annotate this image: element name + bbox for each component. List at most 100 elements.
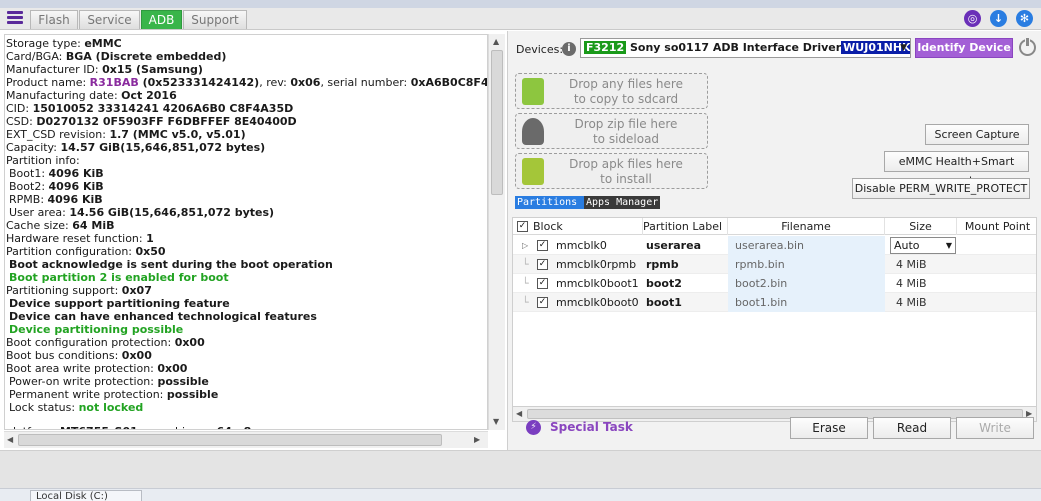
row-filename[interactable]: boot2.bin: [728, 274, 885, 293]
log-line: EXT_CSD revision: 1.7 (MMC v5.0, v5.01): [6, 128, 246, 141]
select-all-checkbox[interactable]: ✓: [517, 221, 528, 232]
scroll-down-icon[interactable]: ▼: [493, 417, 499, 426]
drop-zip-line1: Drop zip file here: [574, 117, 678, 131]
log-line: Power-on write protection: possible: [6, 375, 209, 388]
power-icon[interactable]: [1019, 37, 1036, 56]
log-key: CID:: [6, 102, 33, 115]
column-mount-point[interactable]: Mount Point: [957, 218, 1036, 235]
identify-device-button[interactable]: Identify Device: [915, 38, 1013, 58]
drop-zone-install[interactable]: Drop apk files here to install: [515, 153, 708, 189]
chevron-down-icon[interactable]: ▼: [900, 39, 907, 57]
expand-arrow-icon[interactable]: ▷: [522, 236, 528, 255]
tab-support[interactable]: Support: [183, 10, 247, 29]
log-line: Device support partitioning feature: [6, 297, 230, 310]
log-line: Product name: R31BAB (0x523331424142), r…: [6, 76, 488, 89]
row-checkbox[interactable]: ✓: [537, 297, 548, 308]
emmc-health-report-button[interactable]: eMMC Health+Smart report: [884, 151, 1029, 187]
log-line: Partitioning support: 0x07: [6, 284, 152, 297]
log-key: Hardware reset function:: [6, 232, 147, 245]
log-line: Lock status: not locked: [6, 401, 143, 414]
table-row[interactable]: └ ✓ mmcblk0boot0 boot1 boot1.bin 4 MiB: [513, 293, 1036, 312]
status-bar: [0, 450, 1041, 488]
download-icon[interactable]: ↓: [990, 10, 1007, 27]
row-checkbox[interactable]: ✓: [537, 240, 548, 251]
row-block: mmcblk0boot1: [556, 277, 639, 290]
read-button[interactable]: Read: [873, 417, 951, 439]
screen-capture-button[interactable]: Screen Capture: [925, 124, 1029, 145]
log-key: , serial number:: [320, 76, 411, 89]
row-filename[interactable]: userarea.bin: [728, 236, 885, 255]
gear-icon[interactable]: ✻: [1016, 10, 1033, 27]
drop-zone-sideload[interactable]: Drop zip file here to sideload: [515, 113, 708, 149]
drop-apk-line1: Drop apk files here: [569, 157, 683, 171]
log-value: 0x00: [121, 349, 152, 362]
taskbar-item[interactable]: Local Disk (C:): [30, 490, 142, 501]
row-filename[interactable]: boot1.bin: [728, 293, 885, 312]
scroll-up-icon[interactable]: ▲: [493, 37, 499, 46]
table-row[interactable]: └ ✓ mmcblk0boot1 boot2 boot2.bin 4 MiB: [513, 274, 1036, 293]
tab-flash[interactable]: Flash: [30, 10, 78, 29]
column-filename[interactable]: Filename: [728, 218, 885, 235]
write-button[interactable]: Write: [956, 417, 1034, 439]
log-vertical-scroll-thumb[interactable]: [491, 50, 503, 195]
scroll-left-icon[interactable]: ◀: [516, 409, 522, 418]
tab-service[interactable]: Service: [79, 10, 140, 29]
android-apk-icon: [522, 158, 544, 185]
log-line: Permanent write protection: possible: [6, 388, 218, 401]
disable-perm-write-protect-button[interactable]: Disable PERM_WRITE_PROTECT: [852, 178, 1030, 199]
log-key: Manufacturer ID:: [6, 63, 103, 76]
log-value: 4096 KiB: [48, 180, 104, 193]
tab-adb[interactable]: ADB: [141, 10, 182, 29]
log-horizontal-scroll-thumb[interactable]: [18, 434, 442, 446]
drop-zone-sdcard[interactable]: Drop any files here to copy to sdcard: [515, 73, 708, 109]
row-checkbox[interactable]: ✓: [537, 278, 548, 289]
log-value: 0x00: [157, 362, 188, 375]
table-row[interactable]: └ ✓ mmcblk0rpmb rpmb rpmb.bin 4 MiB: [513, 255, 1036, 274]
table-row[interactable]: ▷ ✓ mmcblk0 userarea userarea.bin Auto ▼: [513, 236, 1036, 255]
sdcard-icon: [522, 78, 544, 105]
column-block[interactable]: Block: [533, 218, 643, 235]
scroll-right-icon[interactable]: ▶: [474, 435, 480, 444]
column-size[interactable]: Size: [885, 218, 957, 235]
log-key: Cache size:: [6, 219, 73, 232]
menu-icon[interactable]: [7, 11, 23, 25]
globe-icon[interactable]: ◎: [964, 10, 981, 27]
log-key: Card/BGA:: [6, 50, 66, 63]
devices-label: Devices:: [516, 43, 564, 56]
row-filename[interactable]: rpmb.bin: [728, 255, 885, 274]
log-key: Boot2:: [9, 180, 49, 193]
info-icon[interactable]: i: [562, 42, 576, 56]
log-value: 0xA6B0C8F4: [410, 76, 488, 89]
log-line: Manufacturing date: Oct 2016: [6, 89, 177, 102]
log-value: (0x523331424142): [138, 76, 260, 89]
log-line: Boot area write protection: 0x00: [6, 362, 187, 375]
device-select[interactable]: F3212 Sony so0117 ADB Interface Driver WU…: [580, 38, 911, 58]
subtab-partitions[interactable]: Partitions: [515, 196, 584, 209]
log-value: 1: [146, 232, 154, 245]
column-partition-label[interactable]: Partition Label: [643, 218, 728, 235]
log-line: Hardware reset function: 1: [6, 232, 154, 245]
log-output[interactable]: Storage type: eMMC Card/BGA: BGA (Discret…: [4, 34, 488, 430]
log-line: Cache size: 64 MiB: [6, 219, 115, 232]
erase-button[interactable]: Erase: [790, 417, 868, 439]
log-key: RPMB:: [9, 193, 48, 206]
size-select-value: Auto: [894, 239, 920, 252]
lightning-icon: ⚡: [526, 420, 541, 435]
row-checkbox[interactable]: ✓: [537, 259, 548, 270]
size-select[interactable]: Auto ▼: [890, 237, 956, 254]
log-line: Storage type: eMMC: [6, 37, 122, 50]
log-line: User area: 14.56 GiB(15,646,851,072 byte…: [6, 206, 274, 219]
log-line: Manufacturer ID: 0x15 (Samsung): [6, 63, 203, 76]
log-line: Boot bus conditions: 0x00: [6, 349, 152, 362]
log-value: Device support partitioning feature: [9, 297, 230, 310]
log-line: Boot configuration protection: 0x00: [6, 336, 205, 349]
log-horizontal-scrollbar[interactable]: ◀ ▶: [4, 431, 488, 448]
tree-line: └: [522, 296, 529, 309]
log-value: Device partitioning possible: [9, 323, 184, 336]
subtab-apps-manager[interactable]: Apps Manager: [584, 196, 660, 209]
log-line: Boot2: 4096 KiB: [6, 180, 104, 193]
log-vertical-scrollbar[interactable]: ▲ ▼: [488, 34, 505, 430]
log-value: 0x06: [290, 76, 321, 89]
chevron-down-icon[interactable]: ▼: [946, 238, 952, 253]
scroll-left-icon[interactable]: ◀: [7, 435, 13, 444]
